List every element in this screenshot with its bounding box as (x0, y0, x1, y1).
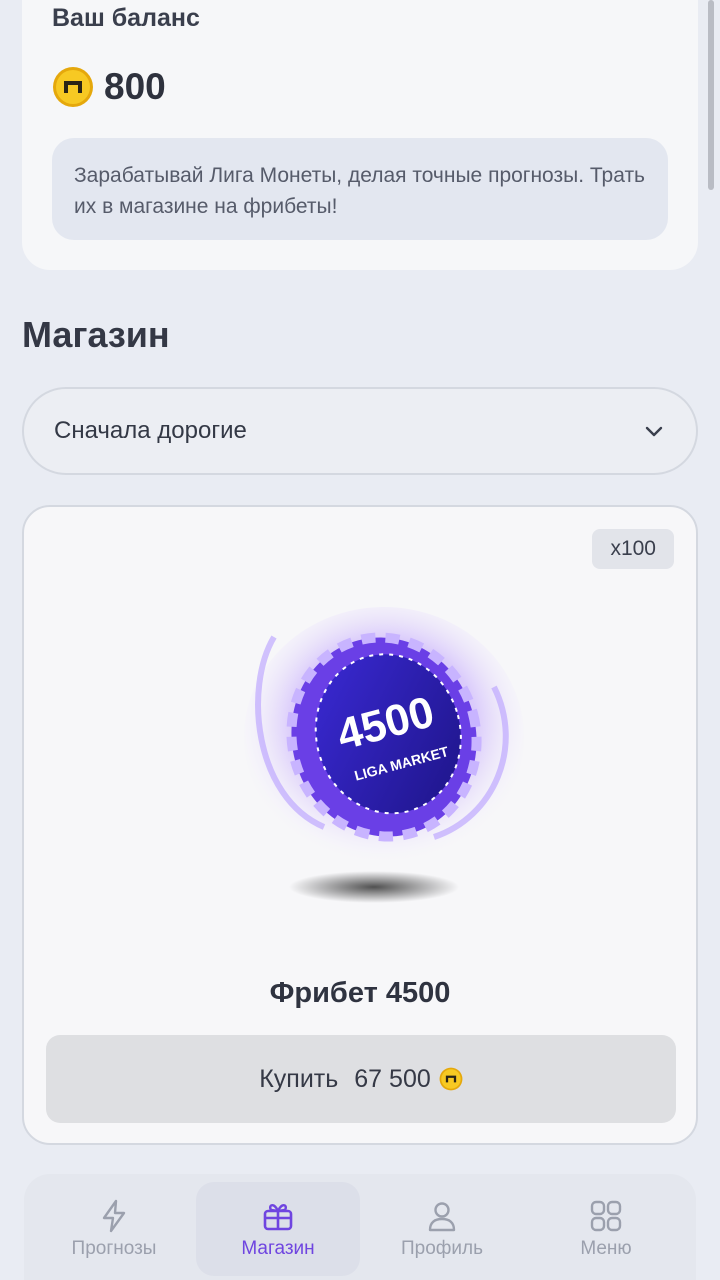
scrollbar[interactable] (708, 0, 714, 190)
nav-label: Магазин (241, 1238, 315, 1259)
grid-icon (590, 1200, 622, 1232)
bottom-nav: Прогнозы Магазин Профиль Меню (24, 1174, 696, 1280)
lightning-icon (102, 1199, 126, 1233)
balance-value: 800 (104, 66, 166, 107)
shop-title: Магазин (22, 314, 170, 355)
nav-item-menu[interactable]: Меню (524, 1182, 688, 1276)
buy-label: Купить (259, 1064, 339, 1093)
price-value: 67 500 (354, 1064, 431, 1093)
balance-title: Ваш баланс (52, 4, 200, 32)
nav-item-predictions[interactable]: Прогнозы (32, 1182, 196, 1276)
nav-item-profile[interactable]: Профиль (360, 1182, 524, 1276)
info-box: Зарабатывай Лига Монеты, делая точные пр… (52, 138, 668, 240)
coin-icon (439, 1067, 463, 1091)
balance-row: 800 (52, 66, 166, 108)
nav-label: Профиль (400, 1238, 484, 1259)
gift-icon (263, 1204, 293, 1231)
sort-selected-value: Сначала дорогие (54, 417, 247, 444)
coin-icon (53, 67, 93, 107)
product-card: x100 4500 LIGA MARKET Фрибет 4500 Купить… (22, 505, 698, 1145)
freebet-chip-image: 4500 LIGA MARKET (244, 607, 524, 903)
sort-select[interactable]: Сначала дорогие (22, 387, 698, 475)
shop-screen: Ваш баланс 800 Зарабатывай Лига Монеты, … (0, 0, 720, 1280)
product-name: Фрибет 4500 (269, 977, 451, 1009)
nav-label: Прогнозы (71, 1238, 157, 1259)
user-icon (428, 1202, 456, 1232)
nav-label: Меню (580, 1238, 632, 1259)
nav-item-shop[interactable]: Магазин (196, 1182, 360, 1276)
chevron-down-icon (645, 426, 663, 437)
buy-button[interactable]: Купить 67 500 (46, 1035, 676, 1123)
quantity-badge: x100 (592, 529, 674, 569)
